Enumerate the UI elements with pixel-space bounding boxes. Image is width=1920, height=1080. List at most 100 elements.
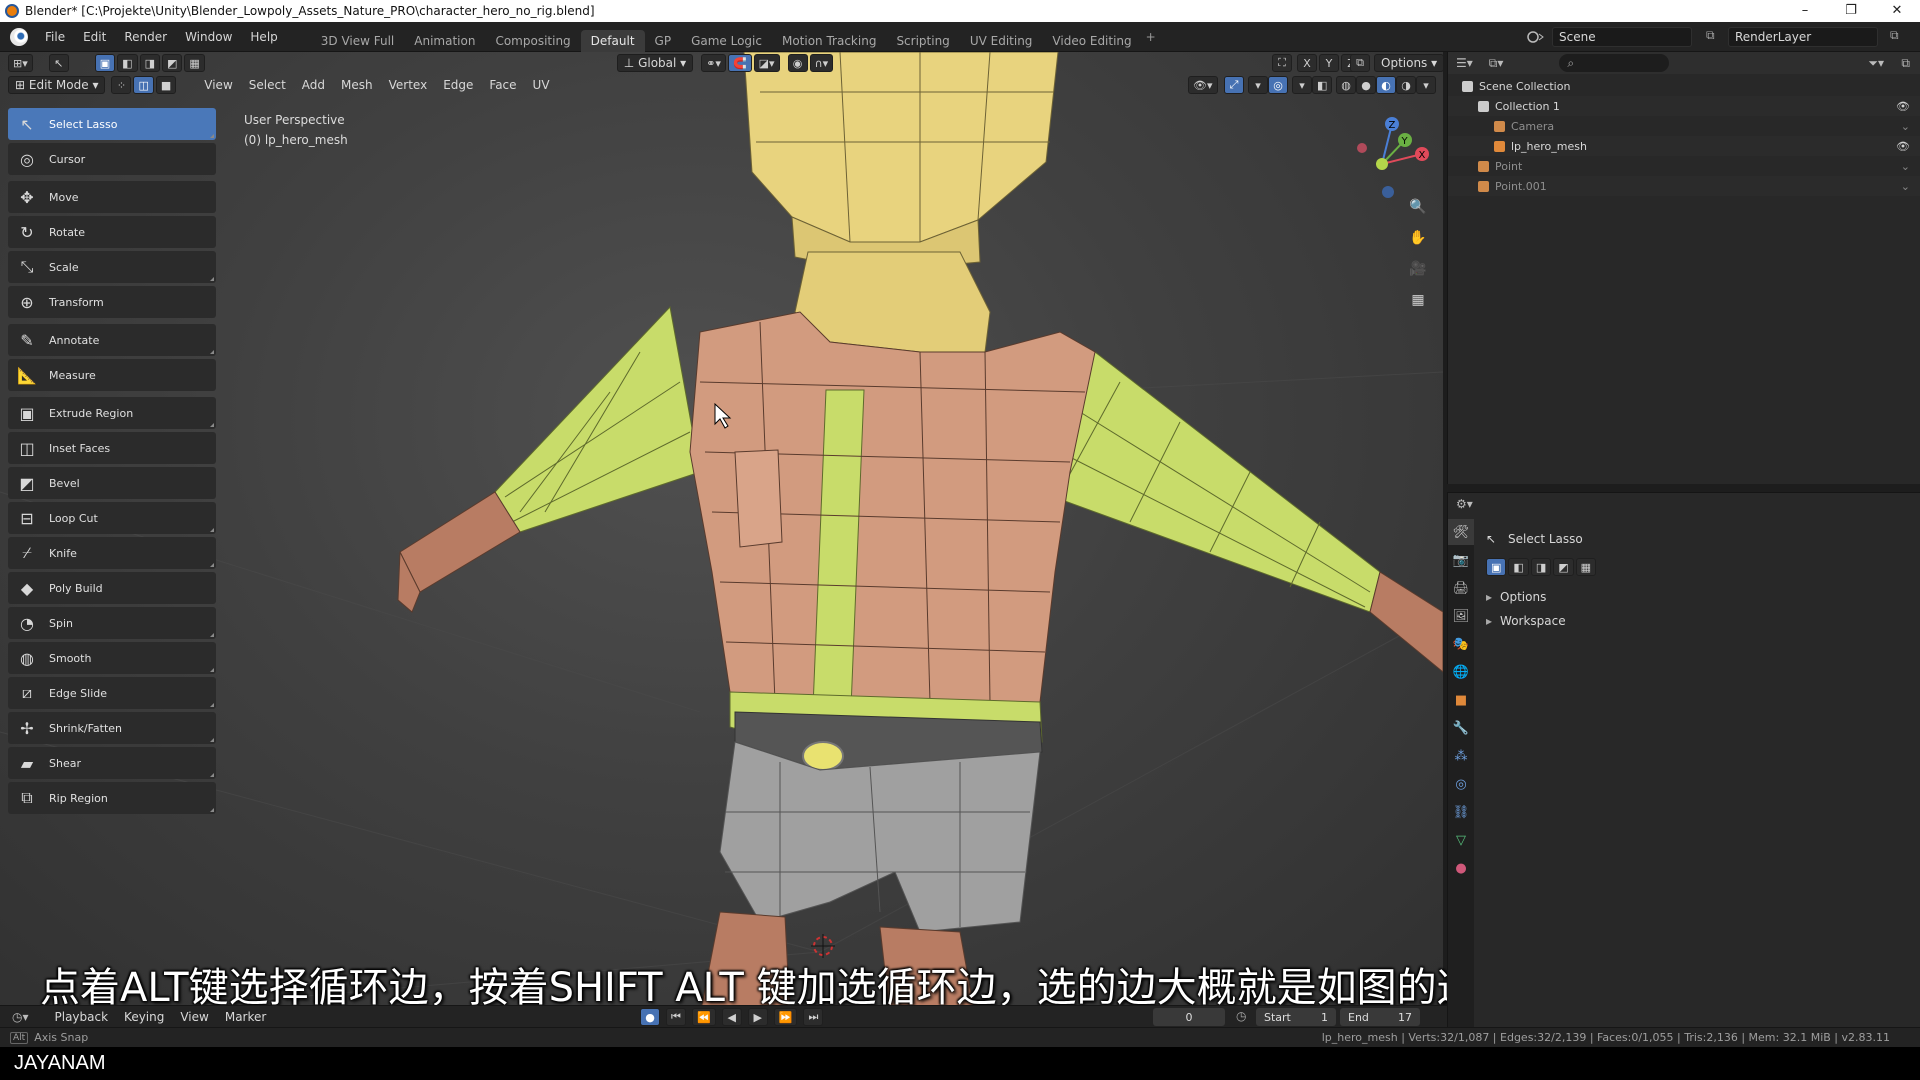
tool-loop-cut[interactable]: ⊟ Loop Cut <box>8 502 216 534</box>
tool-cursor[interactable]: ◎ Cursor <box>8 143 216 175</box>
outliner-item-point-001[interactable]: Point.001 ⌄ <box>1448 176 1920 196</box>
tool-tab-icon[interactable]: 🛠 <box>1448 519 1474 545</box>
visibility-hidden-icon[interactable]: ⌄ <box>1901 120 1910 133</box>
vertex-select-mode-icon[interactable]: ⁘ <box>111 76 132 94</box>
tool-extrude-region[interactable]: ▣ Extrude Region <box>8 397 216 429</box>
viewport-menu-view[interactable]: View <box>196 78 240 92</box>
options-dropdown[interactable]: Options ▾ <box>1374 54 1443 72</box>
menu-help[interactable]: Help <box>241 22 286 52</box>
select-mode-invert-icon[interactable]: ◩ <box>161 54 183 72</box>
view-layer-tab-icon[interactable]: 🖼 <box>1448 603 1474 629</box>
play-reverse-icon[interactable]: ◀ <box>721 1008 742 1026</box>
visibility-eye-icon[interactable]: 👁 <box>1896 140 1910 153</box>
menu-edit[interactable]: Edit <box>74 22 115 52</box>
mode-dropdown[interactable]: ⊞ Edit Mode ▾ <box>8 76 106 94</box>
wireframe-shading-icon[interactable]: ◍ <box>1336 76 1356 94</box>
tool-smooth[interactable]: ◍ Smooth <box>8 642 216 674</box>
timeline-editor-icon[interactable]: ◷▾ <box>12 1010 29 1024</box>
tab-default[interactable]: Default <box>580 29 645 52</box>
scene-field[interactable]: Scene <box>1552 27 1692 47</box>
viewport-menu-face[interactable]: Face <box>481 78 524 92</box>
tool-knife[interactable]: ⌿ Knife <box>8 537 216 569</box>
tool-move[interactable]: ✥ Move <box>8 181 216 213</box>
particles-tab-icon[interactable]: ⁂ <box>1448 743 1474 769</box>
xray-toggle-icon[interactable]: ◧ <box>1312 76 1333 94</box>
overlays-dropdown-icon[interactable]: ▾ <box>1292 76 1312 94</box>
tool-shear[interactable]: ▰ Shear <box>8 747 216 779</box>
tab-game-logic[interactable]: Game Logic <box>681 30 772 52</box>
edge-select-mode-icon[interactable]: ◫ <box>133 76 154 94</box>
timeline-menu-marker[interactable]: Marker <box>217 1010 274 1024</box>
tool-rotate[interactable]: ↻ Rotate <box>8 216 216 248</box>
tab-scripting[interactable]: Scripting <box>886 30 959 52</box>
display-mode-icon[interactable]: ⧉▾ <box>1489 56 1504 71</box>
camera-view-icon[interactable]: 🎥 <box>1405 256 1431 282</box>
outliner-item-collection-1[interactable]: Collection 1 👁 <box>1448 96 1920 116</box>
material-shading-icon[interactable]: ◐ <box>1376 76 1396 94</box>
menu-render[interactable]: Render <box>115 22 176 52</box>
outliner-search-input[interactable]: ⌕ <box>1559 54 1670 72</box>
gizmo-dropdown-icon[interactable]: ▾ <box>1248 76 1268 94</box>
timeline-menu-playback[interactable]: Playback <box>47 1010 117 1024</box>
select-mode-new-icon[interactable]: ▣ <box>94 54 116 72</box>
pan-hand-icon[interactable]: ✋ <box>1405 225 1431 251</box>
tool-inset-faces[interactable]: ◫ Inset Faces <box>8 432 216 464</box>
add-workspace-button[interactable]: + <box>1146 22 1156 52</box>
select-mode-intersect-icon[interactable]: ▦ <box>184 54 205 72</box>
3d-viewport[interactable]: ⊞▾ ↖ ▣ ◧ ◨ ◩ ▦ ⊥ Global ▾ ⚭▾ 🧲 ◪▾ ◉ ∩▾ ⛶… <box>0 52 1443 1015</box>
viewport-menu-uv[interactable]: UV <box>525 78 558 92</box>
outliner-item-lp-hero-mesh[interactable]: lp_hero_mesh 👁 <box>1448 136 1920 156</box>
viewport-menu-mesh[interactable]: Mesh <box>333 78 381 92</box>
outliner-item-point[interactable]: Point ⌄ <box>1448 156 1920 176</box>
editor-type-icon[interactable]: ⊞▾ <box>8 54 33 72</box>
play-icon[interactable]: ▶ <box>747 1008 768 1026</box>
tool-rip-region[interactable]: ⧉ Rip Region <box>8 782 216 814</box>
mode-intersect-icon[interactable]: ▦ <box>1575 558 1597 576</box>
start-frame-field[interactable]: Start 1 <box>1256 1008 1336 1026</box>
snap-target-icon[interactable]: ◪▾ <box>753 54 780 72</box>
overlays-toggle-icon[interactable]: ◎ <box>1268 76 1288 94</box>
tool-edge-slide[interactable]: ⧄ Edge Slide <box>8 677 216 709</box>
panel-workspace[interactable]: ▸ Workspace <box>1486 609 1906 633</box>
viewport-menu-select[interactable]: Select <box>241 78 294 92</box>
tool-measure[interactable]: 📐 Measure <box>8 359 216 391</box>
end-frame-field[interactable]: End 17 <box>1340 1008 1420 1026</box>
tool-annotate[interactable]: ✎ Annotate <box>8 324 216 356</box>
next-keyframe-icon[interactable]: ⏩ <box>773 1008 798 1026</box>
tab-animation[interactable]: Animation <box>404 30 485 52</box>
tab-uv-editing[interactable]: UV Editing <box>960 30 1043 52</box>
jump-start-icon[interactable]: ⏮ <box>666 1008 686 1026</box>
select-tool-icon[interactable]: ↖ <box>48 54 69 72</box>
new-render-layer-icon[interactable]: ⧉ <box>1890 28 1899 43</box>
pivot-point-icon[interactable]: ⚭▾ <box>701 54 726 72</box>
mode-set-icon[interactable]: ▣ <box>1486 558 1507 576</box>
viewport-menu-add[interactable]: Add <box>294 78 333 92</box>
tool-spin[interactable]: ◔ Spin <box>8 607 216 639</box>
gizmo-toggle-icon[interactable]: ⤢ <box>1224 76 1244 94</box>
outliner-editor-icon[interactable]: ☰▾ <box>1456 56 1473 70</box>
tool-scale[interactable]: ⤡ Scale <box>8 251 216 283</box>
snap-toggle-icon[interactable]: 🧲 <box>727 54 752 72</box>
constraints-tab-icon[interactable]: ⛓ <box>1448 799 1474 825</box>
face-select-mode-icon[interactable]: ■ <box>155 76 177 94</box>
record-icon[interactable]: ● <box>640 1008 660 1026</box>
physics-tab-icon[interactable]: ◎ <box>1448 771 1474 797</box>
visibility-hidden-icon[interactable]: ⌄ <box>1901 160 1910 173</box>
filter-icon[interactable]: ⏷▾ <box>1868 56 1884 71</box>
minimize-button[interactable]: – <box>1782 0 1828 22</box>
mirror-icon[interactable]: ⛶ <box>1272 54 1292 72</box>
tool-select-lasso[interactable]: ↖ Select Lasso <box>8 108 216 140</box>
rendered-shading-icon[interactable]: ◑ <box>1396 76 1416 94</box>
new-collection-icon[interactable]: ⧉ <box>1901 56 1910 71</box>
blender-logo-icon[interactable] <box>10 27 28 46</box>
select-mode-subtract-icon[interactable]: ◨ <box>139 54 160 72</box>
shading-options-icon[interactable]: ▾ <box>1416 76 1436 94</box>
proportional-edit-icon[interactable]: ◉ <box>787 54 808 72</box>
tool-bevel[interactable]: ◩ Bevel <box>8 467 216 499</box>
zoom-icon[interactable]: 🔍 <box>1405 194 1431 220</box>
viewport-menu-vertex[interactable]: Vertex <box>381 78 436 92</box>
transform-orientation-dropdown[interactable]: ⊥ Global ▾ <box>616 54 694 72</box>
modifier-tab-icon[interactable]: 🔧 <box>1448 715 1474 741</box>
object-tab-icon[interactable]: ■ <box>1448 687 1474 713</box>
scene-tab-icon[interactable]: 🎭 <box>1448 631 1474 657</box>
